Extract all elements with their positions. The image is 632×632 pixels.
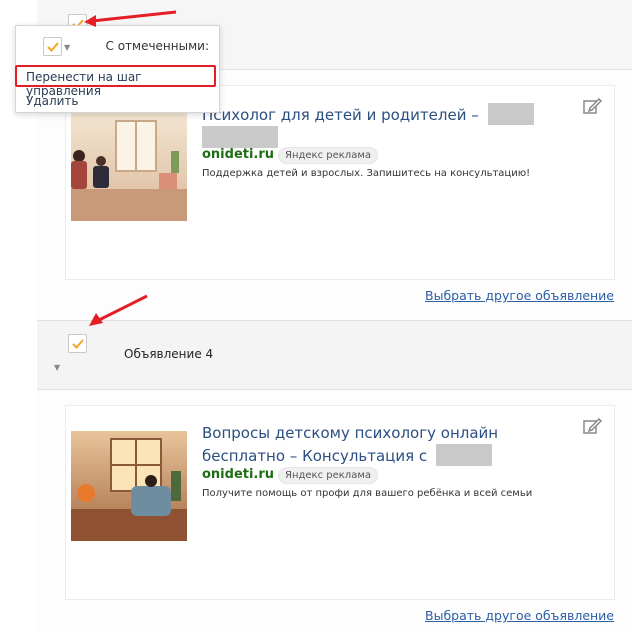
- checkmark-icon: [72, 339, 84, 349]
- ad-description: Поддержка детей и взрослых. Запишитесь н…: [202, 168, 531, 179]
- redacted-text: [487, 103, 534, 125]
- checkmark-icon: [47, 42, 59, 52]
- annotation-arrow-icon: [89, 294, 148, 326]
- chevron-down-icon[interactable]: ▼: [64, 43, 70, 52]
- edit-icon[interactable]: [582, 96, 603, 116]
- ad-source-badge: Яндекс реклама: [278, 467, 379, 484]
- ad-source-badge: Яндекс реклама: [278, 147, 379, 164]
- redacted-text: [202, 126, 278, 148]
- ad-card: Психолог для детей и родителей – onideti…: [65, 85, 615, 280]
- choose-another-ad-link[interactable]: Выбрать другое объявление: [425, 608, 614, 623]
- menu-checkbox[interactable]: [43, 37, 62, 56]
- ad-title-text: Психолог для детей и родителей –: [202, 106, 479, 124]
- ad-image: [71, 431, 187, 541]
- chevron-down-icon[interactable]: ▼: [54, 363, 60, 372]
- ad-title[interactable]: Психолог для детей и родителей –: [202, 103, 572, 149]
- annotation-highlight-box: [15, 65, 216, 87]
- delete-item[interactable]: Удалить: [26, 94, 79, 108]
- edit-icon[interactable]: [582, 416, 603, 436]
- ad-row-label: Объявление 4: [124, 347, 214, 361]
- annotation-arrow-icon: [84, 10, 177, 27]
- ad-image: [71, 111, 187, 221]
- ad-description: Получите помощь от профи для вашего ребё…: [202, 488, 533, 499]
- bulk-menu-header: С отмеченными:: [105, 39, 210, 53]
- ad-card: Вопросы детскому психологу онлайн беспла…: [65, 405, 615, 600]
- choose-another-ad-link[interactable]: Выбрать другое объявление: [425, 288, 614, 303]
- ad-4-checkbox[interactable]: [68, 334, 87, 353]
- ad-title[interactable]: Вопросы детскому психологу онлайн беспла…: [202, 423, 572, 467]
- ad-domain[interactable]: onideti.ru: [202, 147, 274, 162]
- redacted-text: [435, 444, 492, 466]
- ad-domain[interactable]: onideti.ru: [202, 467, 274, 482]
